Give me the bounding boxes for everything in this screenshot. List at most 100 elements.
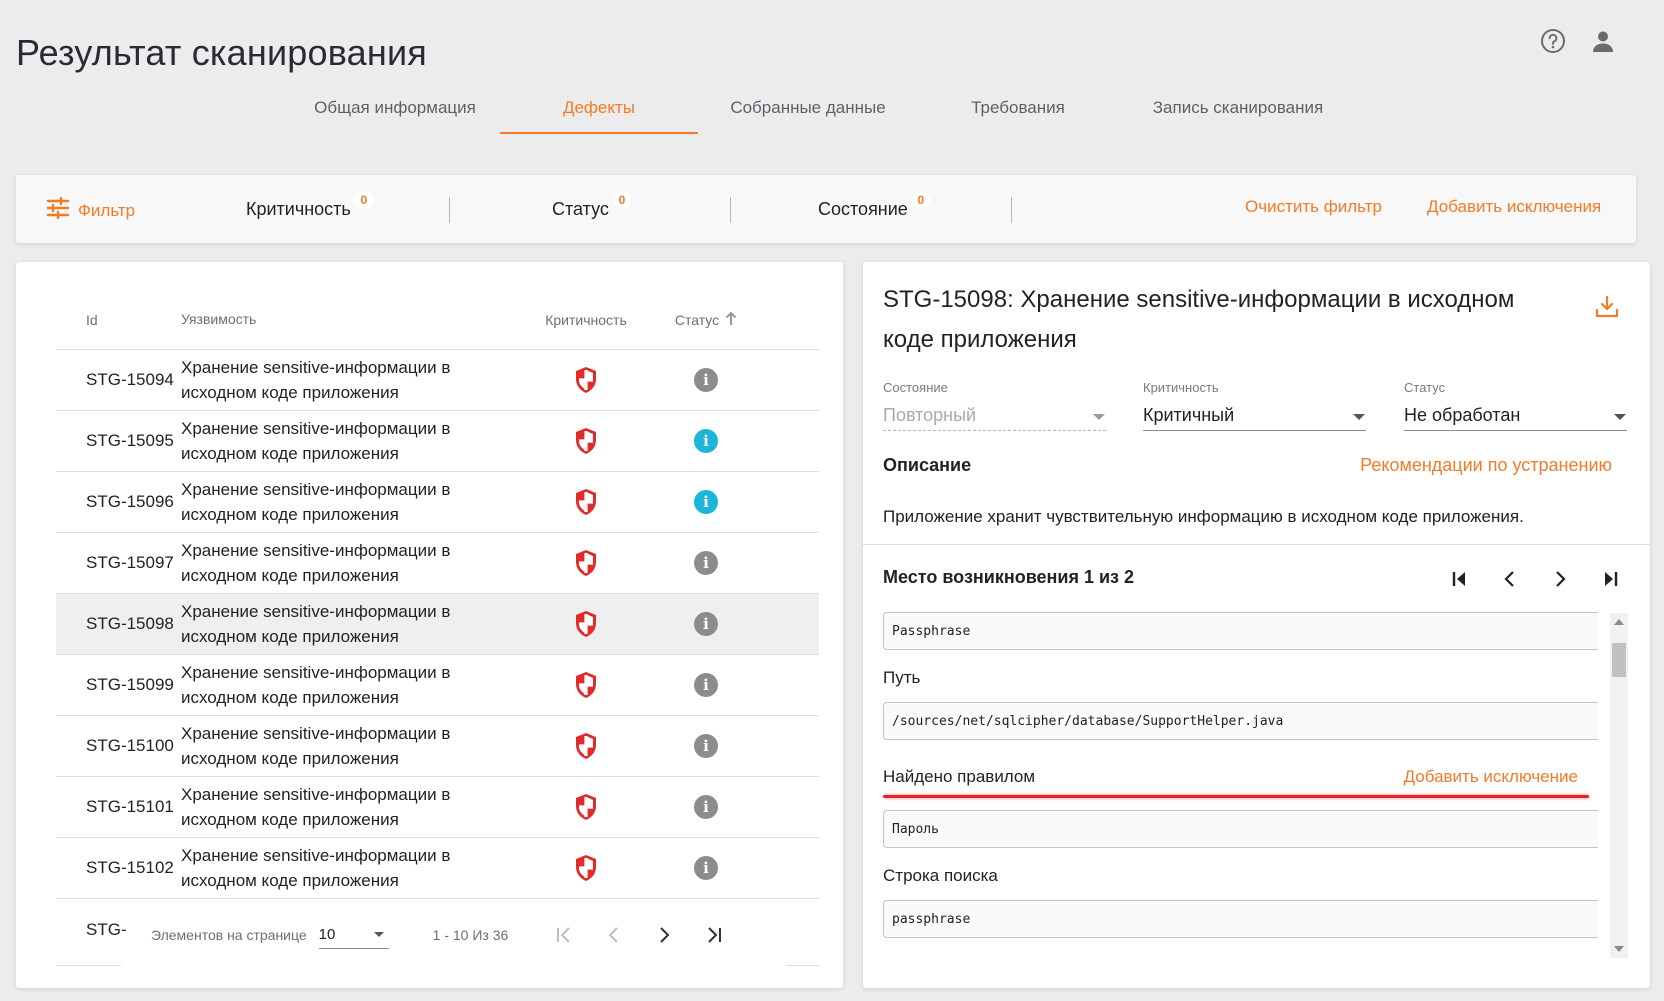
user-icon[interactable] xyxy=(1588,26,1618,56)
row-id: STG-15096 xyxy=(86,492,174,511)
divider xyxy=(449,197,450,223)
row-vulnerability: Хранение sensitive-информации в исходном… xyxy=(181,602,451,646)
page-nav xyxy=(552,923,726,947)
table-row[interactable]: STG-15095 Хранение sensitive-информации в… xyxy=(56,411,819,472)
status-cell: i xyxy=(651,368,761,392)
count-badge: 0 xyxy=(612,191,631,209)
critical-shield-icon xyxy=(521,854,651,882)
row-vulnerability: Хранение sensitive-информации в исходном… xyxy=(181,480,451,524)
help-icon[interactable] xyxy=(1538,26,1568,56)
row-vulnerability: Хранение sensitive-информации в исходном… xyxy=(181,541,451,585)
column-header-vulnerability[interactable]: Уязвимость xyxy=(181,307,521,332)
row-id: STG-15098 xyxy=(86,614,174,633)
status-cell: i xyxy=(651,612,761,636)
table-row-partial-id: STG- xyxy=(86,920,127,939)
clear-filter-button[interactable]: Очистить фильтр xyxy=(1245,197,1382,217)
status-cell: i xyxy=(651,795,761,819)
items-per-page-label: Элементов на странице xyxy=(151,927,307,943)
row-vulnerability: Хранение sensitive-информации в исходном… xyxy=(181,785,451,829)
scroll-down-arrow[interactable] xyxy=(1614,946,1624,952)
matched-value-field[interactable]: Passphrase xyxy=(883,612,1598,650)
table-row[interactable]: STG-15098 Хранение sensitive-информации в… xyxy=(56,594,819,655)
scrollbar[interactable] xyxy=(1610,613,1628,958)
occurrence-details-scroll[interactable]: Passphrase Путь /sources/net/sqlcipher/d… xyxy=(883,612,1598,977)
add-exclusion-button[interactable]: Добавить исключение xyxy=(1404,767,1578,787)
critical-shield-icon xyxy=(521,610,651,638)
row-id: STG-15100 xyxy=(86,736,174,755)
criticality-select[interactable]: Критичность Критичный xyxy=(1143,380,1366,431)
critical-shield-icon xyxy=(521,549,651,577)
column-header-status-label: Статус xyxy=(674,311,720,328)
status-info-icon: i xyxy=(694,673,718,697)
previous-page-icon[interactable] xyxy=(602,923,626,947)
recommendations-link[interactable]: Рекомендации по устранению xyxy=(1360,455,1612,476)
first-occurrence-icon[interactable] xyxy=(1448,567,1472,591)
status-info-icon: i xyxy=(694,429,718,453)
tab-collected-data[interactable]: Собранные данные xyxy=(698,82,918,134)
search-string-label: Строка поиска xyxy=(883,866,998,885)
last-page-icon[interactable] xyxy=(702,923,726,947)
tab-scan-recording[interactable]: Запись сканирования xyxy=(1118,82,1358,134)
sort-ascending-icon xyxy=(725,311,737,328)
status-info-icon: i xyxy=(694,551,718,575)
filter-chip-label: Критичность xyxy=(246,199,351,219)
state-value-box[interactable]: Повторный xyxy=(883,401,1106,431)
row-id: STG-15099 xyxy=(86,675,174,694)
criticality-value-box[interactable]: Критичный xyxy=(1143,401,1366,431)
state-value: Повторный xyxy=(883,405,977,425)
description-text: Приложение хранит чувствительную информа… xyxy=(883,507,1524,526)
table-row[interactable]: STG-15102 Хранение sensitive-информации в… xyxy=(56,838,819,899)
count-badge: 0 xyxy=(911,191,930,209)
tab-defects[interactable]: Дефекты xyxy=(500,82,698,134)
previous-occurrence-icon[interactable] xyxy=(1498,567,1522,591)
scrollbar-thumb[interactable] xyxy=(1612,643,1626,677)
filter-chip-state[interactable]: Состояние 0 xyxy=(818,191,930,220)
filter-chip-status[interactable]: Статус 0 xyxy=(552,191,631,220)
table-row[interactable]: STG-15097 Хранение sensitive-информации в… xyxy=(56,533,819,594)
table-row[interactable]: STG-15099 Хранение sensitive-информации в… xyxy=(56,655,819,716)
count-badge: 0 xyxy=(354,191,373,209)
search-string-field[interactable]: passphrase xyxy=(883,900,1598,938)
filter-chip-label: Статус xyxy=(552,199,609,219)
divider xyxy=(730,197,731,223)
state-select[interactable]: Состояние Повторный xyxy=(883,380,1106,431)
status-info-icon: i xyxy=(694,490,718,514)
rule-field[interactable]: Пароль xyxy=(883,810,1598,848)
row-vulnerability: Хранение sensitive-информации в исходном… xyxy=(181,846,451,890)
scroll-up-arrow[interactable] xyxy=(1614,619,1624,625)
next-occurrence-icon[interactable] xyxy=(1548,567,1572,591)
download-icon[interactable] xyxy=(1594,294,1620,325)
dropdown-arrow-icon xyxy=(373,926,385,943)
table-row[interactable]: STG-15094 Хранение sensitive-информации в… xyxy=(56,350,819,411)
table-row[interactable]: STG-15096 Хранение sensitive-информации в… xyxy=(56,472,819,533)
critical-shield-icon xyxy=(521,671,651,699)
filter-chip-criticality[interactable]: Критичность 0 xyxy=(246,191,373,220)
next-page-icon[interactable] xyxy=(652,923,676,947)
add-exclusions-button[interactable]: Добавить исключения xyxy=(1427,197,1601,217)
row-vulnerability: Хранение sensitive-информации в исходном… xyxy=(181,663,451,707)
status-select[interactable]: Статус Не обработан xyxy=(1404,380,1627,431)
defect-title: STG-15098: Хранение sensitive-информации… xyxy=(883,286,1515,353)
description-heading: Описание xyxy=(883,455,972,475)
row-id: STG-15102 xyxy=(86,858,174,877)
tab-requirements[interactable]: Требования xyxy=(918,82,1118,134)
column-header-criticality[interactable]: Критичность xyxy=(521,312,651,328)
defects-list-panel: Id Уязвимость Критичность Статус STG-150… xyxy=(16,262,843,988)
last-occurrence-icon[interactable] xyxy=(1598,567,1622,591)
column-header-status[interactable]: Статус xyxy=(651,311,761,328)
status-info-icon: i xyxy=(694,795,718,819)
path-field[interactable]: /sources/net/sqlcipher/database/SupportH… xyxy=(883,702,1598,740)
filter-button[interactable]: Фильтр xyxy=(46,196,135,224)
tab-general-info[interactable]: Общая информация xyxy=(290,82,500,134)
first-page-icon[interactable] xyxy=(552,923,576,947)
table-row[interactable]: STG-15100 Хранение sensitive-информации в… xyxy=(56,716,819,777)
table-row[interactable]: STG-15101 Хранение sensitive-информации в… xyxy=(56,777,819,838)
items-per-page-select[interactable]: 10 xyxy=(318,921,389,949)
status-value-box[interactable]: Не обработан xyxy=(1404,401,1627,431)
column-header-id[interactable]: Id xyxy=(56,312,181,328)
pagination-row: STG- Элементов на странице 10 1 - 10 Из … xyxy=(56,904,819,966)
row-vulnerability: Хранение sensitive-информации в исходном… xyxy=(181,358,451,402)
status-label: Статус xyxy=(1404,380,1446,395)
criticality-label: Критичность xyxy=(1143,380,1219,395)
critical-shield-icon xyxy=(521,366,651,394)
